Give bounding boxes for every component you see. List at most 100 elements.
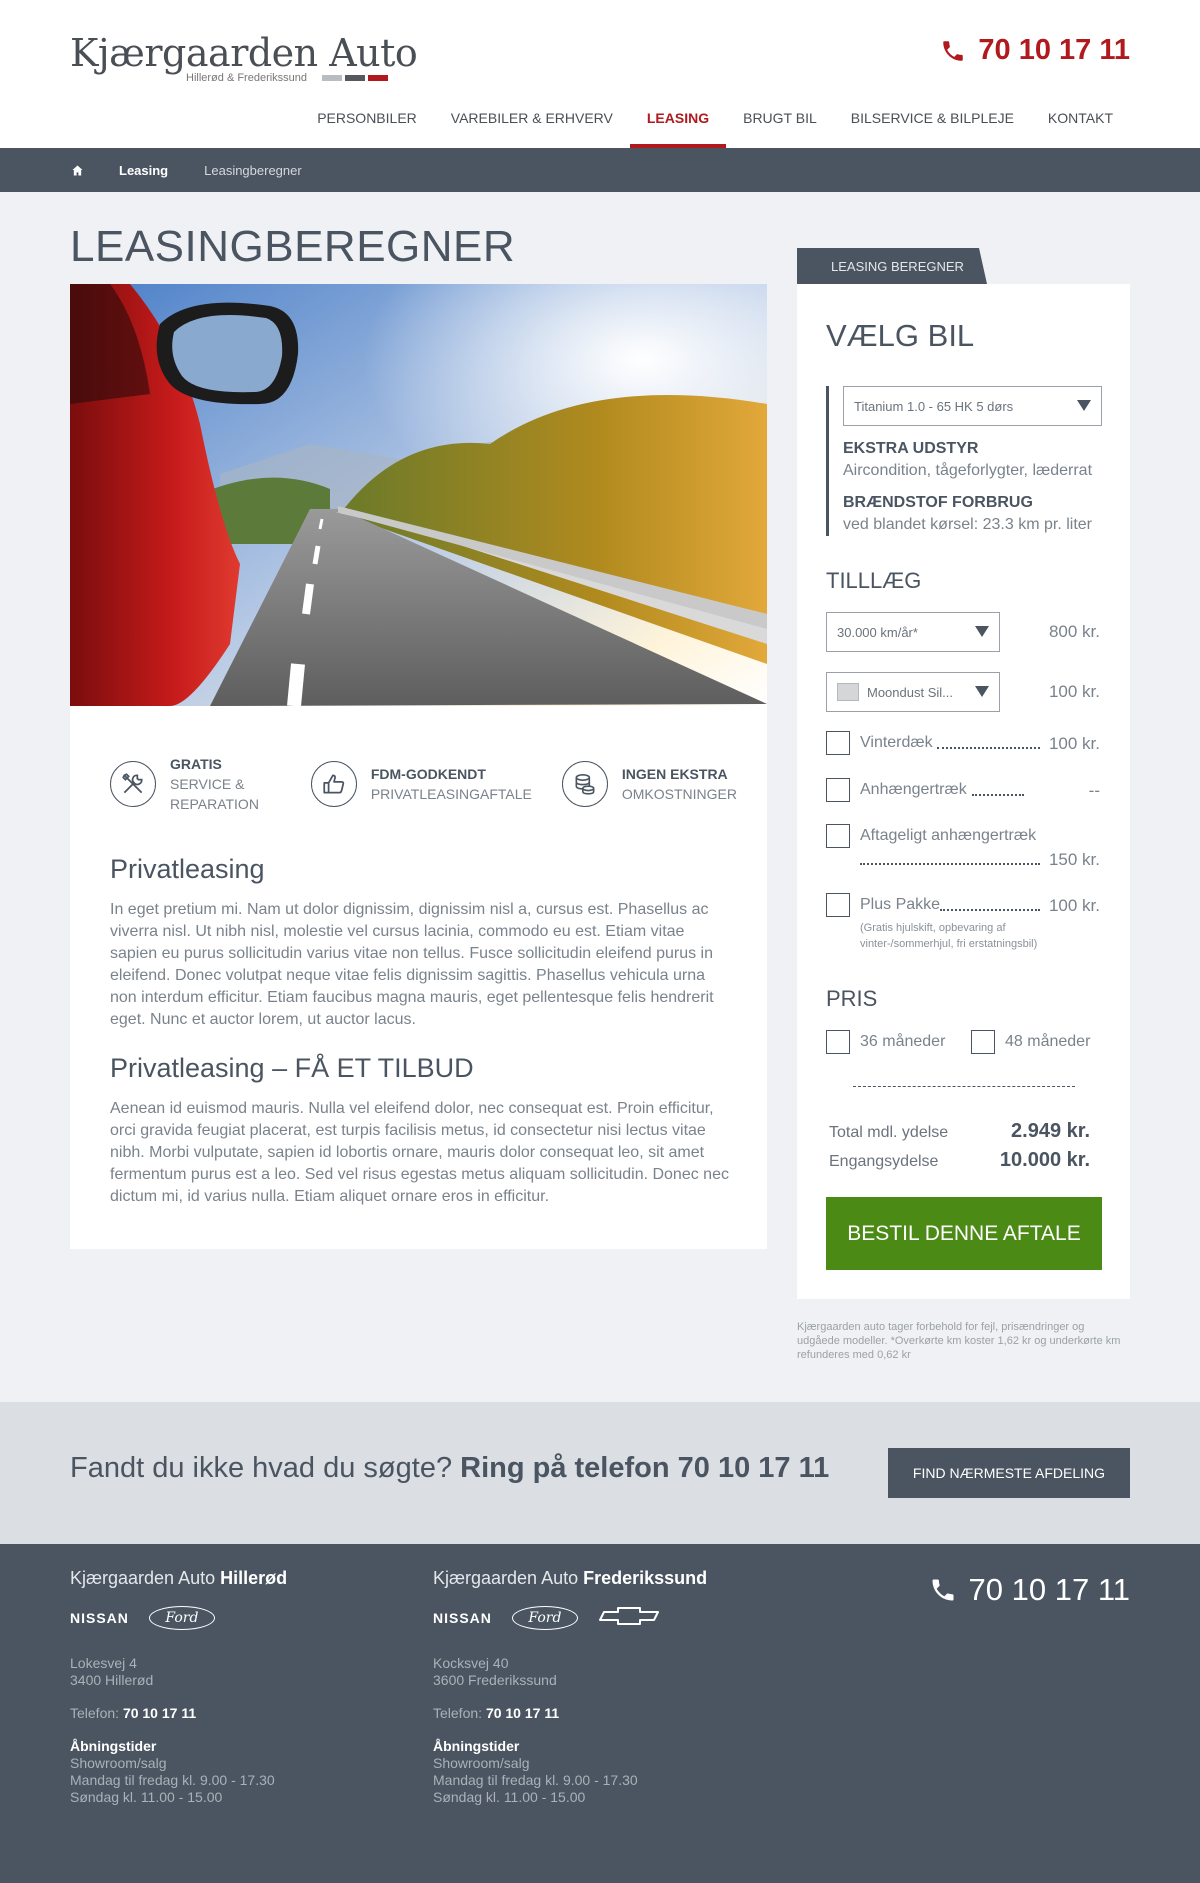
nissan-logo[interactable]: NISSAN (433, 1610, 492, 1627)
chevrolet-icon[interactable] (598, 1606, 660, 1630)
header-phone[interactable]: 70 10 17 11 (940, 34, 1130, 67)
article-heading: Privatleasing – FÅ ET TILBUD (110, 1053, 474, 1083)
cta-text-plain: Fandt du ikke hvad du søgte? (70, 1452, 461, 1484)
option-price: 100 kr. (1048, 734, 1100, 753)
nav-item-bilservice[interactable]: BILSERVICE & BILPLEJE (834, 100, 1031, 148)
period-label: 48 måneder (1005, 1033, 1091, 1050)
tools-icon (110, 761, 156, 807)
option-price: -- (1088, 781, 1100, 800)
footer-phone-number: 70 10 17 11 (968, 1572, 1130, 1607)
article: Privatleasing In eget pretium mi. Nam ut… (110, 854, 730, 1230)
once-value: 10.000 kr. (999, 1149, 1090, 1171)
car-details: Titanium 1.0 - 65 HK 5 dørs EKSTRA UDSTY… (826, 386, 1102, 536)
fuel-value: ved blandet kørsel: 23.3 km pr. liter (843, 516, 1092, 533)
feature-title: FDM-GODKENDT (370, 766, 486, 782)
header-phone-number: 70 10 17 11 (978, 34, 1130, 66)
brand-logos: NISSAN Ford (433, 1605, 707, 1631)
color-price: 100 kr. (1048, 682, 1100, 701)
footer-phone-link[interactable]: 70 10 17 11 (486, 1705, 559, 1721)
option-label: Vinterdæk (860, 734, 933, 751)
article-heading: Privatleasing (110, 854, 265, 884)
order-button[interactable]: BESTIL DENNE AFTALE (826, 1197, 1102, 1270)
cta-band: Fandt du ikke hvad du søgte? Ring på tel… (0, 1402, 1200, 1544)
logo-bars (322, 75, 388, 81)
footer-address: Lokesvej 4 3400 Hillerød (70, 1655, 154, 1688)
color-value: Moondust Sil... (867, 684, 953, 700)
option-checkbox-anhaengertraek[interactable] (826, 778, 850, 802)
footer-location-title: Kjærgaarden Auto Frederikssund (433, 1568, 708, 1588)
km-price: 800 kr. (1048, 622, 1100, 641)
brand-logos: NISSAN Ford (70, 1605, 287, 1631)
feature-item: GRATIS SERVICE & REPARATION (110, 754, 281, 814)
site-footer: Kjærgaarden Auto Hillerød NISSAN Ford Lo… (0, 1544, 1200, 1883)
period-checkbox-48[interactable] (971, 1030, 995, 1054)
breadcrumb: Leasing Leasingberegner (0, 148, 1200, 192)
footer-phone-line: Telefon: 70 10 17 11 (433, 1705, 560, 1721)
option-checkbox-vinterdaek[interactable] (826, 731, 850, 755)
home-icon[interactable] (72, 164, 83, 176)
nav-item-personbiler[interactable]: PERSONBILER (300, 100, 434, 148)
feature-title: INGEN EKSTRA (621, 766, 728, 782)
dotted-leader (972, 794, 1024, 796)
feature-item: FDM-GODKENDT PRIVATLEASINGAFTALE (310, 754, 532, 814)
period-label: 36 måneder (860, 1033, 946, 1050)
dotted-leader (937, 747, 1040, 749)
car-model-select[interactable]: Titanium 1.0 - 65 HK 5 dørs (843, 386, 1102, 426)
option-label: Plus Pakke (860, 896, 941, 913)
total-label: Total mdl. ydelse (829, 1124, 949, 1141)
dotted-leader (860, 863, 1040, 865)
nav-item-leasing[interactable]: LEASING (629, 100, 727, 148)
feature-subtitle: SERVICE & REPARATION (170, 776, 259, 812)
km-value: 30.000 km/år* (837, 624, 918, 640)
footer-phone-link[interactable]: 70 10 17 11 (123, 1705, 196, 1721)
phone-icon (932, 1579, 954, 1601)
footer-address: Kocksvej 40 3600 Frederikssund (433, 1655, 557, 1688)
option-price: 150 kr. (1048, 850, 1100, 869)
page-title: LEASINGBEREGNER (70, 222, 516, 271)
feature-list: GRATIS SERVICE & REPARATION FDM-GODKENDT… (110, 754, 767, 814)
choose-car-heading: VÆLG BIL (826, 318, 975, 353)
ford-logo[interactable]: Ford (511, 1606, 578, 1630)
breadcrumb-leasing[interactable]: Leasing (119, 163, 168, 178)
chevron-down-icon (975, 626, 989, 637)
nissan-logo[interactable]: NISSAN (70, 1610, 129, 1627)
article-paragraph: Aenean id euismod mauris. Nulla vel elei… (110, 1100, 729, 1205)
footer-location-hillerod: Kjærgaarden Auto Hillerød NISSAN Ford Lo… (70, 1568, 288, 1806)
main-nav: PERSONBILER VAREBILER & ERHVERV LEASING … (300, 100, 1130, 148)
nav-item-kontakt[interactable]: KONTAKT (1031, 100, 1130, 148)
option-price: 100 kr. (1048, 896, 1100, 915)
nav-item-varebiler[interactable]: VAREBILER & ERHVERV (434, 100, 630, 148)
option-label: Anhængertræk (860, 781, 967, 798)
option-checkbox-plus-pakke[interactable] (826, 893, 850, 917)
cta-text-bold[interactable]: Ring på telefon 70 10 17 11 (460, 1452, 829, 1484)
hours-list: Showroom/salg Mandag til fredag kl. 9.00… (70, 1755, 275, 1805)
cta-text: Fandt du ikke hvad du søgte? Ring på tel… (70, 1452, 829, 1485)
ford-logo[interactable]: Ford (148, 1606, 215, 1630)
option-checkbox-aftageligt[interactable] (826, 824, 850, 848)
km-select[interactable]: 30.000 km/år* (826, 612, 1000, 652)
logo[interactable]: Kjærgaarden Auto Hillerød & Frederikssun… (70, 30, 418, 84)
nav-item-brugt-bil[interactable]: BRUGT BIL (726, 100, 834, 148)
addons-heading: TILLLÆG (826, 568, 922, 593)
chevron-down-icon (1077, 400, 1091, 411)
calculator-tab[interactable]: LEASING BEREGNER (797, 248, 987, 284)
footer-phone-line: Telefon: 70 10 17 11 (70, 1705, 197, 1721)
article-paragraph: In eget pretium mi. Nam ut dolor digniss… (110, 901, 714, 1028)
logo-text: Kjærgaarden Auto (70, 31, 418, 75)
site-header: Kjærgaarden Auto Hillerød & Frederikssun… (0, 0, 1200, 148)
color-select[interactable]: Moondust Sil... (826, 672, 1000, 712)
hours-title: Åbningstider (70, 1738, 157, 1754)
feature-title: GRATIS (170, 756, 222, 772)
plus-pakke-note: (Gratis hjulskift, opbevaring af vinter-… (860, 922, 1038, 950)
car-model-value: Titanium 1.0 - 65 HK 5 dørs (854, 398, 1014, 414)
equipment-title: EKSTRA UDSTYR (843, 440, 979, 457)
color-swatch (837, 683, 859, 701)
period-checkbox-36[interactable] (826, 1030, 850, 1054)
option-label: Aftageligt anhængertræk (860, 827, 1037, 844)
logo-subtitle: Hillerød & Frederikssund (186, 72, 308, 84)
find-dealer-button[interactable]: FIND NÆRMESTE AFDELING (888, 1448, 1130, 1498)
feature-subtitle: OMKOSTNINGER (621, 786, 737, 802)
footer-phone[interactable]: 70 10 17 11 (929, 1572, 1130, 1608)
footer-location-title: Kjærgaarden Auto Hillerød (70, 1568, 288, 1588)
leasing-calculator: VÆLG BIL Titanium 1.0 - 65 HK 5 dørs EKS… (797, 284, 1130, 1299)
